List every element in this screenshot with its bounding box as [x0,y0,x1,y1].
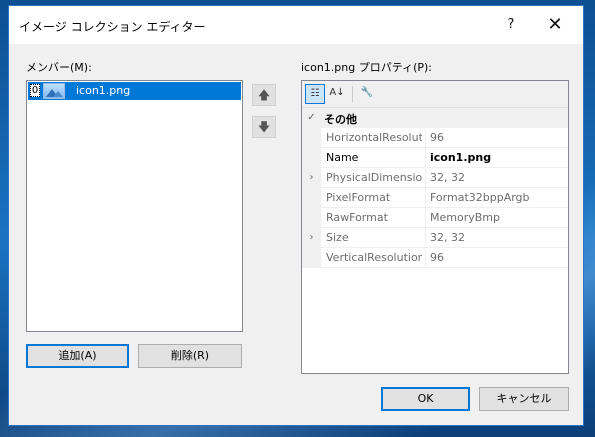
expand-icon [302,208,321,227]
category-row[interactable]: ✓ その他 [302,108,568,128]
ok-button[interactable]: OK [381,387,470,411]
expand-icon [302,188,321,207]
close-button[interactable]: ✕ [535,6,575,44]
image-collection-editor-dialog: イメージ コレクション エディター ? ✕ メンバー(M): 0 icon1.p… [8,5,584,426]
property-row[interactable]: HorizontalResolutio 96 [302,128,568,148]
property-name: Size [326,231,349,244]
property-name: PhysicalDimension [326,171,422,184]
properties-label: icon1.png プロパティ(P): [301,61,432,74]
move-up-button[interactable]: 🡅 [252,84,276,106]
move-down-button[interactable]: 🡇 [252,116,276,138]
expand-chevron-icon[interactable]: › [302,168,321,187]
property-row[interactable]: › Size 32, 32 [302,228,568,248]
property-rows: ✓ その他 HorizontalResolutio 96 Name icon1.… [302,108,568,268]
property-row[interactable]: RawFormat MemoryBmp [302,208,568,228]
title-bar[interactable]: イメージ コレクション エディター ? ✕ [9,6,583,44]
item-index: 0 [30,84,40,97]
arrow-up-icon: 🡅 [257,88,271,102]
category-name: その他 [324,113,357,126]
toolbar-separator [352,86,353,102]
property-row[interactable]: › PhysicalDimension 32, 32 [302,168,568,188]
property-value[interactable]: icon1.png [430,151,491,164]
dialog-title: イメージ コレクション エディター [19,20,206,34]
property-value: 96 [430,131,444,144]
property-row[interactable]: Name icon1.png [302,148,568,168]
item-name: icon1.png [76,84,131,97]
property-grid[interactable]: ☷ A↓ 🔧 ✓ その他 HorizontalResolutio 96 Name… [301,80,569,374]
property-name: HorizontalResolutio [326,131,422,144]
alphabetical-icon[interactable]: A↓ [327,84,347,104]
property-value: MemoryBmp [430,211,500,224]
expand-icon [302,128,321,147]
cancel-button[interactable]: キャンセル [479,387,569,411]
expand-icon [302,148,321,167]
property-value: Format32bppArgb [430,191,530,204]
property-value: 32, 32 [430,231,465,244]
image-thumbnail-icon [43,83,65,99]
property-name: Name [326,151,359,164]
property-grid-toolbar: ☷ A↓ 🔧 [302,81,568,108]
help-button[interactable]: ? [491,6,531,44]
property-value: 96 [430,251,444,264]
property-name: RawFormat [326,211,388,224]
expand-chevron-icon[interactable]: › [302,228,321,247]
categorized-icon[interactable]: ☷ [305,84,325,104]
expand-icon [302,248,321,267]
add-button[interactable]: 追加(A) [26,344,129,368]
arrow-down-icon: 🡇 [257,120,271,134]
list-item[interactable]: 0 icon1.png [28,82,241,100]
collapse-chevron-icon[interactable]: ✓ [302,108,321,127]
property-value: 32, 32 [430,171,465,184]
property-name: PixelFormat [326,191,391,204]
property-row[interactable]: VerticalResolution 96 [302,248,568,268]
members-label: メンバー(M): [26,61,92,74]
property-name: VerticalResolution [326,251,422,264]
wrench-icon[interactable]: 🔧 [357,84,377,104]
remove-button[interactable]: 削除(R) [138,344,242,368]
property-row[interactable]: PixelFormat Format32bppArgb [302,188,568,208]
members-listbox[interactable]: 0 icon1.png [26,80,243,332]
